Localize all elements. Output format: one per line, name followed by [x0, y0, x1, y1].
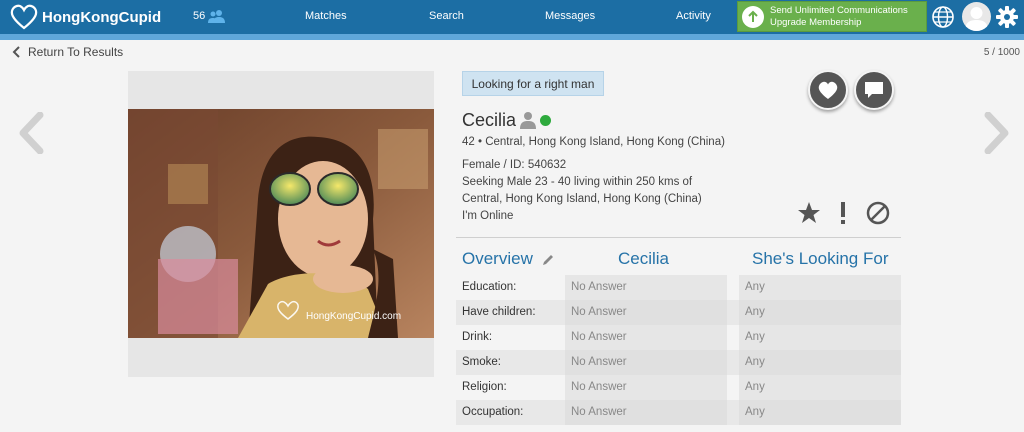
seeking-line-1: Seeking Male 23 - 40 living within 250 k…: [462, 176, 693, 188]
heart-icon: [818, 81, 838, 99]
age-location: 42 • Central, Hong Kong Island, Hong Kon…: [462, 136, 725, 148]
overview-heading: Overview: [462, 249, 533, 268]
previous-profile-arrow-icon[interactable]: [16, 112, 46, 154]
looking-for-cell: Any: [739, 325, 901, 350]
site-logo[interactable]: HongKongCupid: [10, 4, 161, 30]
looking-for-cell: Any: [739, 275, 901, 300]
return-to-results-link[interactable]: Return To Results: [12, 45, 123, 59]
favorite-button[interactable]: [808, 70, 848, 110]
table-row: Smoke: No Answer Any: [456, 350, 901, 375]
result-counter: 5 / 1000: [983, 47, 1020, 58]
her-answer-cell: No Answer: [565, 325, 727, 350]
notifications-badge[interactable]: 56: [193, 9, 226, 23]
upload-arrow-icon: [742, 5, 764, 28]
nav-messages[interactable]: Messages: [545, 10, 595, 22]
table-row: Have children: No Answer Any: [456, 300, 901, 325]
person-icon: [520, 112, 536, 129]
pencil-edit-icon[interactable]: [542, 253, 555, 266]
her-answer-cell: No Answer: [565, 375, 727, 400]
online-status-dot: [540, 115, 551, 126]
gear-icon[interactable]: [996, 6, 1018, 28]
row-label: Have children:: [462, 306, 536, 318]
her-answer-cell: No Answer: [565, 275, 727, 300]
her-column-heading: Cecilia: [618, 249, 670, 268]
report-exclamation-icon[interactable]: [838, 201, 848, 225]
upgrade-line-1: Send Unlimited Communications: [770, 4, 908, 16]
headline-badge: Looking for a right man: [462, 71, 604, 96]
nav-activity[interactable]: Activity: [676, 10, 711, 22]
nav-search[interactable]: Search: [429, 10, 464, 22]
her-answer-cell: No Answer: [565, 400, 727, 425]
message-button[interactable]: [854, 70, 894, 110]
upgrade-line-2: Upgrade Membership: [770, 16, 862, 28]
looking-for-cell: Any: [739, 400, 901, 425]
row-label: Occupation:: [462, 406, 524, 418]
online-status-text: I'm Online: [462, 210, 514, 222]
profile-photo[interactable]: HongKongCupid.com: [128, 109, 434, 338]
her-answer-cell: No Answer: [565, 300, 727, 325]
table-row: Drink: No Answer Any: [456, 325, 901, 350]
header-accent-stripe: [0, 34, 1024, 40]
star-icon[interactable]: [797, 201, 821, 225]
chevron-left-icon: [12, 46, 20, 58]
looking-for-cell: Any: [739, 350, 901, 375]
row-label: Religion:: [462, 381, 507, 393]
user-avatar[interactable]: [962, 2, 991, 31]
her-answer-cell: No Answer: [565, 350, 727, 375]
nav-matches[interactable]: Matches: [305, 10, 347, 22]
return-link-label: Return To Results: [28, 45, 124, 59]
upgrade-membership-button[interactable]: Send Unlimited Communications Upgrade Me…: [737, 1, 927, 32]
gender-id: Female / ID: 540632: [462, 159, 567, 171]
row-label: Education:: [462, 281, 517, 293]
heart-logo-icon: [10, 4, 38, 30]
photo-watermark: HongKongCupid.com: [306, 311, 401, 322]
row-label: Drink:: [462, 331, 493, 343]
table-row: Religion: No Answer Any: [456, 375, 901, 400]
profile-name: Cecilia: [462, 110, 517, 130]
seeking-line-2: Central, Hong Kong Island, Hong Kong (Ch…: [462, 193, 702, 205]
looking-for-heading: She's Looking For: [752, 249, 889, 268]
looking-for-cell: Any: [739, 375, 901, 400]
table-row: Education: No Answer Any: [456, 275, 901, 300]
looking-for-cell: Any: [739, 300, 901, 325]
next-profile-arrow-icon[interactable]: [982, 112, 1012, 154]
top-navigation-bar: HongKongCupid 56 Matches Search Messages…: [0, 0, 1024, 34]
section-divider: [456, 237, 901, 238]
logo-text: HongKongCupid: [42, 8, 162, 26]
table-row: Occupation: No Answer Any: [456, 400, 901, 425]
block-icon[interactable]: [866, 201, 890, 225]
users-icon: [208, 10, 226, 23]
chat-bubble-icon: [865, 82, 883, 98]
notification-count: 56: [193, 10, 206, 22]
globe-icon[interactable]: [932, 6, 954, 28]
row-label: Smoke:: [462, 356, 501, 368]
